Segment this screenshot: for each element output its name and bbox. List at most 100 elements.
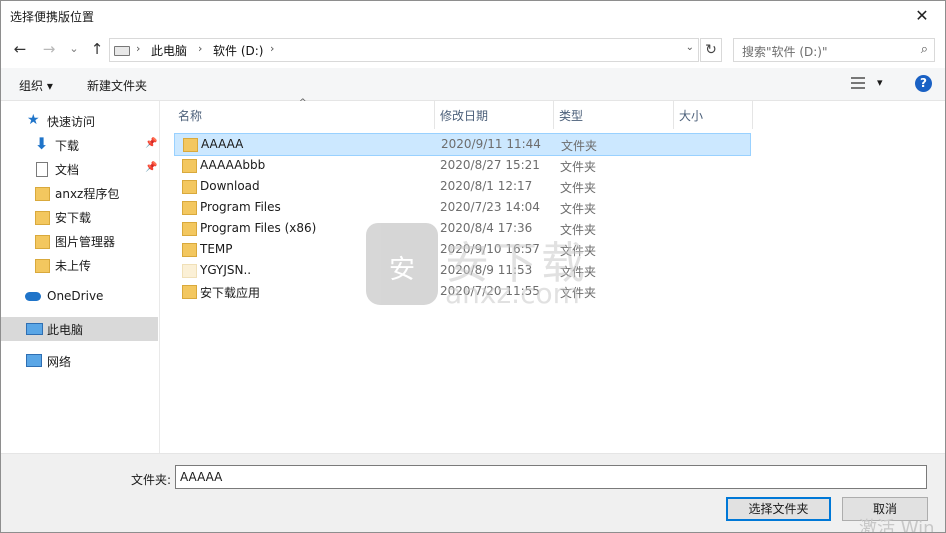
network-icon — [26, 354, 42, 367]
watermark-shield-logo: 安 — [366, 223, 438, 305]
pin-icon[interactable]: 📌 — [145, 162, 157, 173]
folder-icon — [182, 201, 197, 215]
address-bar[interactable]: › 此电脑 › 软件 (D:) › ⌄ — [109, 38, 699, 62]
folder-icon — [35, 259, 50, 273]
pin-icon[interactable]: 📌 — [145, 138, 157, 149]
help-icon[interactable]: ? — [915, 75, 932, 92]
watermark-url: anxz.com — [445, 277, 580, 310]
file-row[interactable]: AAAAA 2020/9/11 11:44 文件夹 — [174, 133, 751, 156]
file-type: 文件夹 — [561, 139, 598, 153]
back-arrow-icon[interactable]: ← — [9, 39, 31, 59]
chevron-right-icon[interactable]: › — [136, 42, 140, 55]
sidebar-item-downloads[interactable]: ⬇ 下载 📌 — [1, 133, 158, 157]
cloud-icon — [25, 292, 41, 301]
sidebar-item-label: 快速访问 — [47, 115, 96, 129]
folder-icon — [182, 222, 197, 236]
close-icon[interactable]: ✕ — [899, 1, 945, 31]
file-row[interactable]: AAAAAbbb 2020/8/27 15:21 文件夹 — [174, 155, 749, 176]
folder-icon — [183, 138, 198, 152]
sidebar-item-network[interactable]: 网络 — [1, 349, 158, 373]
chevron-right-icon[interactable]: › — [198, 42, 202, 55]
file-date: 2020/7/23 14:04 — [440, 200, 540, 214]
search-input[interactable]: 搜索"软件 (D:)" ⌕ — [733, 38, 935, 62]
file-name: 安下载应用 — [200, 286, 261, 300]
sidebar-item-label: 网络 — [47, 355, 72, 369]
document-icon — [36, 162, 48, 177]
recent-locations-icon[interactable]: ⌄ — [63, 39, 85, 59]
column-header-label: 类型 — [559, 109, 584, 123]
column-header-date[interactable]: 修改日期 — [422, 101, 542, 129]
up-arrow-icon[interactable]: ↑ — [86, 39, 108, 59]
sidebar-item-label: 下载 — [55, 139, 80, 153]
breadcrumb-drive-d[interactable]: 软件 (D:) — [213, 42, 263, 59]
forward-arrow-icon[interactable]: → — [38, 39, 60, 59]
file-name: Program Files (x86) — [200, 221, 317, 235]
file-row[interactable]: Program Files 2020/7/23 14:04 文件夹 — [174, 197, 749, 218]
file-row[interactable]: Download 2020/8/1 12:17 文件夹 — [174, 176, 749, 197]
chevron-down-icon[interactable]: ⌄ — [686, 42, 694, 53]
file-type: 文件夹 — [560, 202, 597, 216]
column-header-name[interactable]: 名称 ^ — [160, 98, 434, 129]
sidebar-item-documents[interactable]: 文档 📌 — [1, 157, 158, 181]
view-options-icon[interactable] — [851, 77, 865, 89]
file-name: Program Files — [200, 200, 281, 214]
folder-icon — [182, 264, 197, 278]
sidebar-item-image-manager[interactable]: 图片管理器 — [1, 229, 158, 253]
file-type: 文件夹 — [560, 160, 597, 174]
sidebar-item-label: 此电脑 — [47, 323, 84, 337]
folder-label: 文件夹: — [131, 473, 172, 487]
refresh-icon[interactable]: ↻ — [700, 38, 722, 62]
search-icon[interactable]: ⌕ — [921, 42, 928, 57]
chevron-right-icon[interactable]: › — [270, 42, 274, 55]
star-icon: ★ — [27, 112, 40, 128]
file-name: AAAAAbbb — [200, 158, 266, 172]
folder-icon — [35, 211, 50, 225]
file-dialog-window: 选择便携版位置 ✕ ← → ⌄ ↑ › 此电脑 › 软件 (D:) › ⌄ ↻ … — [0, 0, 946, 533]
column-divider[interactable] — [752, 101, 753, 129]
view-dropdown-icon[interactable]: ▾ — [877, 76, 883, 89]
folder-icon — [35, 235, 50, 249]
breadcrumb-this-pc[interactable]: 此电脑 — [151, 42, 187, 59]
sidebar-item-label: anxz程序包 — [55, 187, 120, 201]
file-name: Download — [200, 179, 260, 193]
sidebar-item-quick-access[interactable]: ★ 快速访问 — [1, 109, 158, 133]
activate-windows-watermark: 激活 Win — [859, 518, 935, 533]
file-name: TEMP — [200, 242, 233, 256]
sort-ascending-icon: ^ — [299, 98, 307, 108]
sidebar-item-label: 图片管理器 — [55, 235, 116, 249]
sidebar-item-anxz[interactable]: anxz程序包 — [1, 181, 158, 205]
column-header-label: 大小 — [679, 109, 704, 123]
command-bar: 组织 ▾ 新建文件夹 ▾ ? — [1, 68, 945, 101]
new-folder-button[interactable]: 新建文件夹 — [87, 77, 147, 94]
file-name: AAAAA — [201, 137, 244, 151]
sidebar-item-label: 未上传 — [55, 259, 92, 273]
column-header-size[interactable]: 大小 — [661, 101, 751, 129]
sidebar-item-anxiazai[interactable]: 安下载 — [1, 205, 158, 229]
folder-icon — [182, 285, 197, 299]
title-bar: 选择便携版位置 ✕ — [1, 1, 945, 31]
column-header-label: 名称 — [178, 109, 203, 123]
search-placeholder: 搜索"软件 (D:)" — [742, 45, 828, 59]
folder-icon — [182, 180, 197, 194]
sidebar-item-this-pc[interactable]: 此电脑 — [1, 317, 158, 341]
sidebar-item-onedrive[interactable]: OneDrive — [1, 285, 158, 309]
watermark-shield-text: 安 — [388, 255, 415, 285]
computer-icon — [26, 323, 43, 335]
file-type: 文件夹 — [560, 181, 597, 195]
folder-name-value: AAAAA — [180, 470, 223, 484]
column-header-label: 修改日期 — [440, 109, 489, 123]
folder-icon — [182, 243, 197, 257]
sidebar-item-label: 安下载 — [55, 211, 92, 225]
sidebar-item-not-uploaded[interactable]: 未上传 — [1, 253, 158, 277]
file-name: YGYJSN.. — [200, 263, 252, 277]
organize-button[interactable]: 组织 ▾ — [19, 77, 53, 94]
folder-icon — [182, 159, 197, 173]
folder-icon — [35, 187, 50, 201]
select-folder-button[interactable]: 选择文件夹 — [726, 497, 831, 521]
column-header-type[interactable]: 类型 — [541, 101, 661, 129]
window-title: 选择便携版位置 — [10, 10, 95, 24]
drive-icon — [114, 46, 130, 56]
bottom-panel: 文件夹: AAAAA 选择文件夹 取消 激活 Win — [1, 453, 945, 533]
folder-name-input[interactable]: AAAAA — [175, 465, 927, 489]
navigation-pane: ★ 快速访问 ⬇ 下载 📌 文档 📌 anxz程序包 安下载 图片管理器 未上传 — [1, 101, 160, 453]
